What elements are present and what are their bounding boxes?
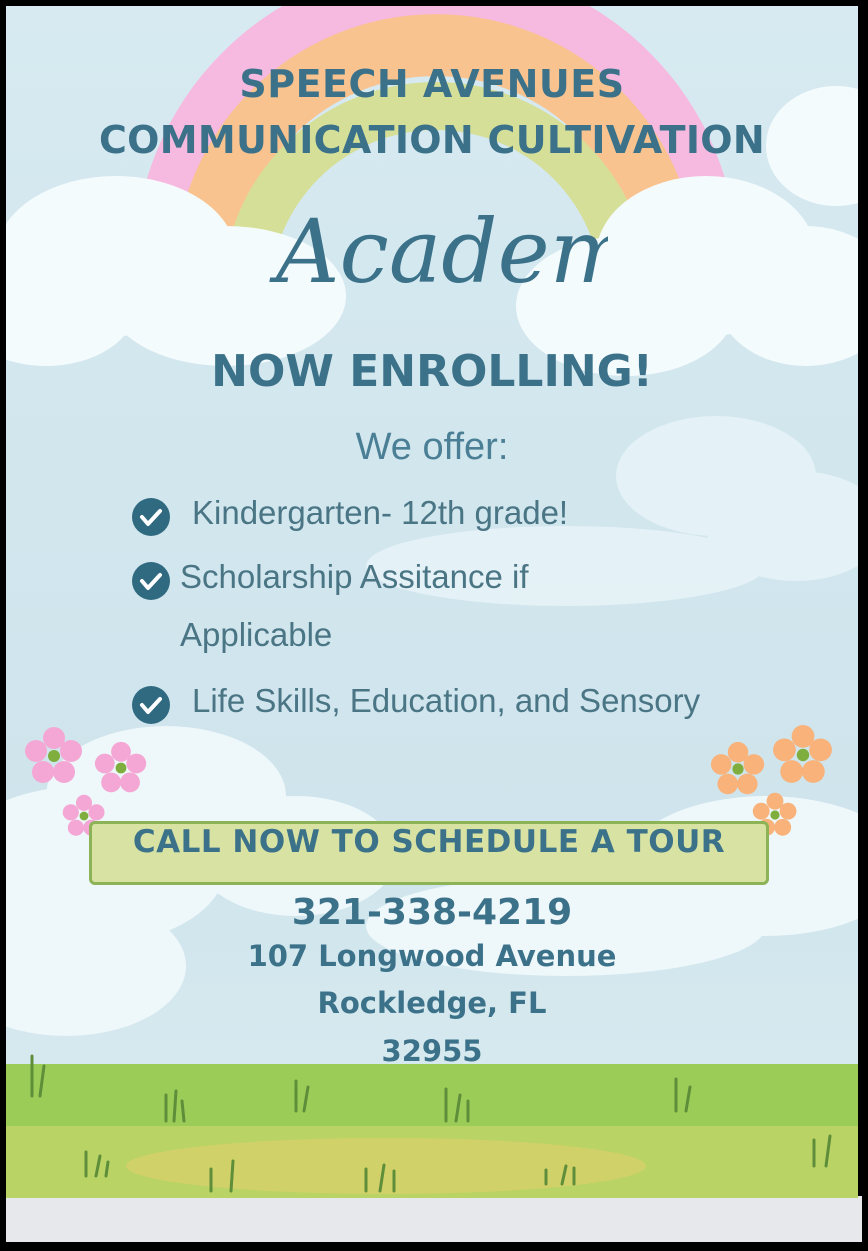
grass-field (6, 1054, 858, 1198)
offer-item-text: Scholarship Assitance if (180, 558, 529, 595)
offer-item-text: Kindergarten- 12th grade! (192, 494, 569, 531)
enrollment-poster: SPEECH AVENUES COMMUNICATION CULTIVATION… (6, 6, 858, 1198)
check-circle-icon (132, 498, 170, 536)
below-poster-area (6, 1196, 862, 1242)
offer-item-text: Life Skills, Education, and Sensory (192, 682, 701, 719)
academy-name-line1: SPEECH AVENUES (239, 62, 625, 106)
pink-flower-icon (94, 741, 147, 793)
address-city: Rockledge, FL (317, 986, 547, 1020)
orange-flower-icon (710, 741, 765, 795)
check-circle-icon (132, 686, 170, 724)
check-circle-icon (132, 562, 170, 600)
schedule-tour-banner: CALL NOW TO SCHEDULE A TOUR (89, 821, 769, 885)
offer-intro: We offer: (355, 426, 509, 468)
address-zip: 32955 (381, 1034, 483, 1068)
academy-script-text: Academy (269, 200, 608, 303)
now-enrolling-headline: NOW ENROLLING! (211, 346, 653, 397)
pink-flower-icon (25, 727, 82, 783)
orange-flower-icon (773, 725, 832, 783)
academy-name-line2: COMMUNICATION CULTIVATION (98, 118, 766, 162)
screen-frame: SPEECH AVENUES COMMUNICATION CULTIVATION… (0, 0, 868, 1251)
phone-number: 321-338-4219 (291, 892, 573, 933)
academy-script-title: Academy (269, 200, 608, 303)
address-street: 107 Longwood Avenue (247, 939, 617, 973)
offer-item-text-continued: Applicable (180, 616, 333, 653)
